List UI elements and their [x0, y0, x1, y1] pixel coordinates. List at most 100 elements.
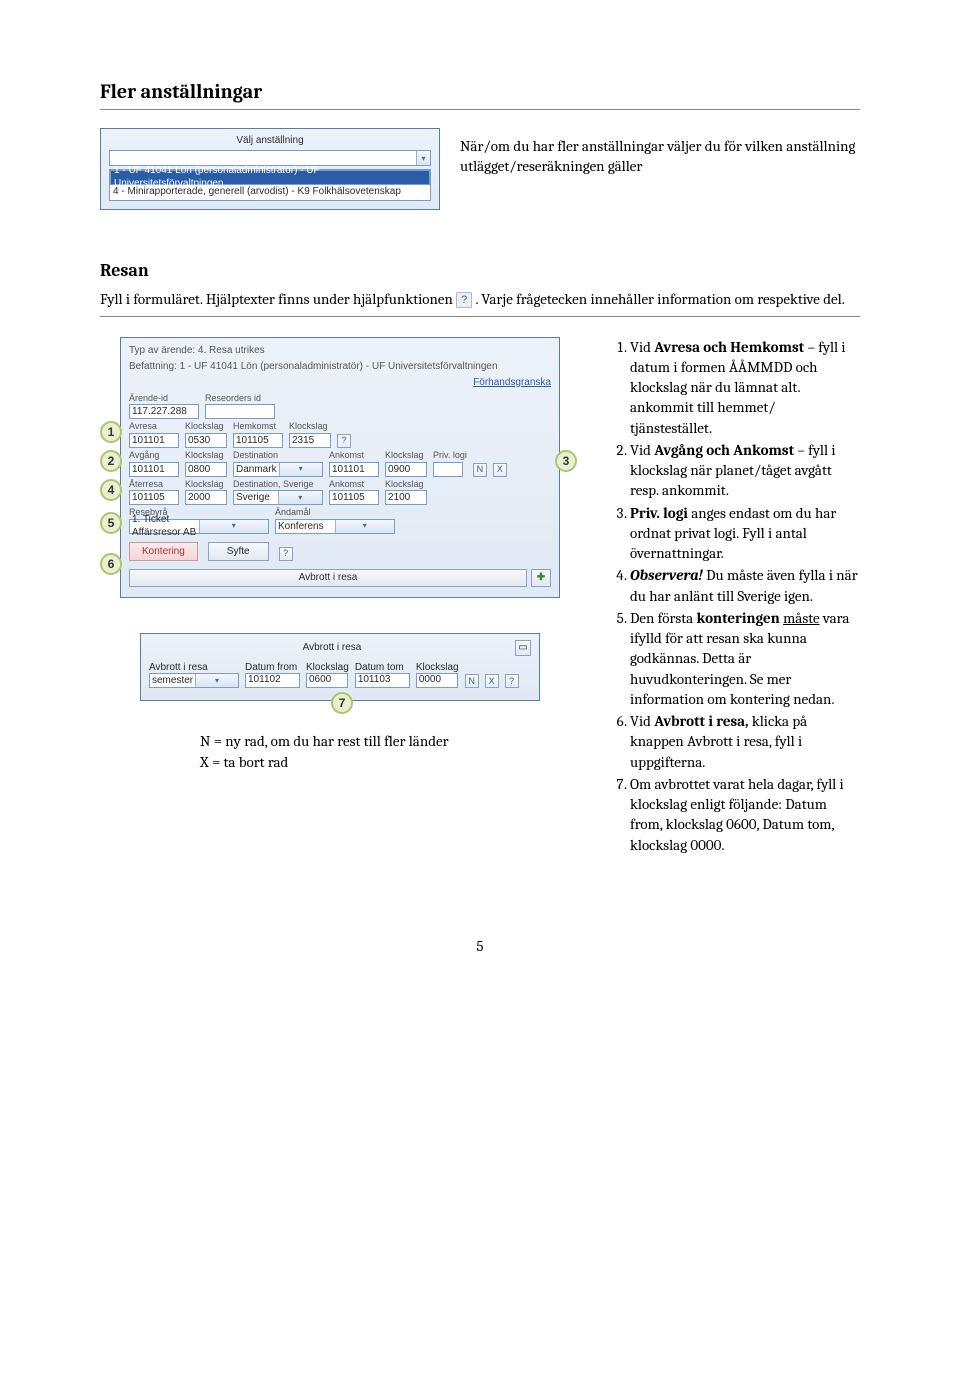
- ankomst-label: Ankomst: [329, 450, 379, 462]
- instruction-item: Om avbrottet varat hela dagar, fyll i kl…: [630, 774, 860, 855]
- instruction-item: Priv. logi anges endast om du har ordnat…: [630, 503, 860, 564]
- resan-text-b: . Varje frågetecken innehåller informati…: [475, 290, 844, 308]
- valj-title: Välj anställning: [109, 135, 431, 146]
- avresa-klockslag-input[interactable]: 0530: [185, 433, 227, 448]
- dest-sverige-label: Destination, Sverige: [233, 479, 323, 491]
- col-avbrott: Avbrott i resa: [149, 662, 239, 673]
- avbrott-from-input[interactable]: 101102: [245, 673, 300, 688]
- kontering-button[interactable]: Kontering: [129, 542, 198, 561]
- main-content: 1 2 4 5 6 3 Typ av ärende: 4. Resa utrik…: [100, 337, 860, 857]
- syfte-button[interactable]: Syfte: [208, 542, 269, 561]
- col-klock1: Klockslag: [306, 662, 349, 673]
- intro-row: Välj anställning ▾ 1 - UF 41041 Lön (per…: [100, 128, 860, 210]
- avbrott-tom-input[interactable]: 101103: [355, 673, 410, 688]
- valj-list[interactable]: 1 - UF 41041 Lön (personaladministratör)…: [109, 169, 431, 201]
- legend-x: X = ta bort rad: [200, 752, 580, 773]
- divider: [100, 316, 860, 317]
- callout-3: 3: [555, 450, 577, 472]
- instruction-item: Observera! Du måste även fylla i när du …: [630, 565, 860, 606]
- chevron-down-icon[interactable]: ▾: [199, 520, 269, 533]
- avbrott-klock2-input[interactable]: 0000: [416, 673, 458, 688]
- hemkomst-label: Hemkomst: [233, 421, 283, 433]
- klockslag-label: Klockslag: [185, 421, 227, 433]
- avbrott-klock1-input[interactable]: 0600: [306, 673, 348, 688]
- help-icon[interactable]: ?: [505, 674, 519, 688]
- plus-icon[interactable]: ✚: [531, 569, 551, 587]
- col-from: Datum from: [245, 662, 300, 673]
- callout-5: 5: [100, 512, 122, 534]
- arendeid-label: Ärende-id: [129, 393, 199, 405]
- valj-list-item-selected[interactable]: 1 - UF 41041 Lön (personaladministratör)…: [110, 170, 430, 185]
- instruction-item: Vid Avresa och Hemkomst – fyll i datum i…: [630, 337, 860, 438]
- ater-ankomst-input[interactable]: 101105: [329, 490, 379, 505]
- instruction-item: Vid Avbrott i resa, klicka på knappen Av…: [630, 711, 860, 772]
- intro-text: När/om du har fler anställningar väljer …: [460, 128, 860, 177]
- help-icon[interactable]: ?: [279, 547, 293, 561]
- avbrott-i-resa-button[interactable]: Avbrott i resa: [129, 569, 527, 587]
- avresa-label: Avresa: [129, 421, 179, 433]
- befattning: Befattning: 1 - UF 41041 Lön (personalad…: [129, 360, 551, 373]
- callout-4: 4: [100, 479, 122, 501]
- avresa-input[interactable]: 101101: [129, 433, 179, 448]
- avgang-input[interactable]: 101101: [129, 462, 179, 477]
- help-icon[interactable]: ?: [337, 434, 351, 448]
- heading-fler-anstallningar: Fler anställningar: [100, 80, 860, 103]
- heading-resan: Resan: [100, 260, 860, 281]
- typ-av-arende: Typ av ärende: 4. Resa utrikes: [129, 344, 551, 357]
- andamal-select[interactable]: Konferens▾: [275, 519, 395, 534]
- chevron-down-icon[interactable]: ▾: [279, 463, 322, 476]
- callout-7: 7: [331, 692, 353, 714]
- resan-form: Typ av ärende: 4. Resa utrikes Befattnin…: [120, 337, 560, 598]
- aterresa-label: Återresa: [129, 479, 179, 491]
- ankomst-input[interactable]: 101101: [329, 462, 379, 477]
- legend-n: N = ny rad, om du har rest till fler län…: [200, 731, 580, 752]
- aterresa-klockslag-input[interactable]: 2000: [185, 490, 227, 505]
- valj-select[interactable]: ▾: [109, 150, 431, 166]
- legend: N = ny rad, om du har rest till fler län…: [200, 731, 580, 773]
- klockslag-label-4: Klockslag: [385, 450, 427, 462]
- instruction-item: Den första konteringen måste vara ifylld…: [630, 608, 860, 709]
- callout-2: 2: [100, 450, 122, 472]
- avgang-label: Avgång: [129, 450, 179, 462]
- avbrott-dialog: 7 Avbrott i resa ▭ Avbrott i resa semest…: [140, 633, 540, 701]
- arendeid-value: 117.227.288: [129, 404, 199, 419]
- chevron-down-icon[interactable]: ▾: [278, 491, 323, 504]
- avgang-klockslag-input[interactable]: 0800: [185, 462, 227, 477]
- valj-list-item[interactable]: 4 - Minirapporterade, generell (arvodist…: [110, 185, 430, 200]
- klockslag-label-2: Klockslag: [289, 421, 331, 433]
- forhandsgranska-link[interactable]: Förhandsgranska: [473, 377, 551, 388]
- ater-ankomst-klockslag-input[interactable]: 2100: [385, 490, 427, 505]
- chevron-down-icon[interactable]: ▾: [195, 674, 238, 687]
- chevron-down-icon[interactable]: ▾: [416, 151, 430, 165]
- x-button[interactable]: X: [485, 674, 499, 688]
- valj-anstallning-dialog: Välj anställning ▾ 1 - UF 41041 Lön (per…: [100, 128, 440, 210]
- collapse-icon[interactable]: ▭: [515, 640, 531, 656]
- col-tom: Datum tom: [355, 662, 410, 673]
- help-icon[interactable]: ?: [456, 292, 472, 308]
- col-klock2: Klockslag: [416, 662, 459, 673]
- privlogi-label: Priv. logi: [433, 450, 467, 462]
- n-button[interactable]: N: [465, 674, 479, 688]
- chevron-down-icon[interactable]: ▾: [335, 520, 395, 533]
- hemkomst-input[interactable]: 101105: [233, 433, 283, 448]
- resebyra-select[interactable]: 1. Ticket Affärsresor AB▾: [129, 519, 269, 534]
- left-column: 1 2 4 5 6 3 Typ av ärende: 4. Resa utrik…: [100, 337, 580, 773]
- avbrott-type-select[interactable]: semester▾: [149, 673, 239, 688]
- callout-6: 6: [100, 553, 122, 575]
- destination-select[interactable]: Danmark▾: [233, 462, 323, 477]
- ankomst-klockslag-input[interactable]: 0900: [385, 462, 427, 477]
- resan-paragraph: Fyll i formuläret. Hjälptexter finns und…: [100, 289, 860, 310]
- callout-1: 1: [100, 421, 122, 443]
- klockslag-label-5: Klockslag: [185, 479, 227, 491]
- x-button[interactable]: X: [493, 463, 507, 477]
- n-button[interactable]: N: [473, 463, 487, 477]
- dest-sverige-select[interactable]: Sverige▾: [233, 490, 323, 505]
- hemkomst-klockslag-input[interactable]: 2315: [289, 433, 331, 448]
- reseorders-input[interactable]: [205, 404, 275, 419]
- privlogi-input[interactable]: [433, 462, 463, 477]
- reseorders-label: Reseorders id: [205, 393, 275, 405]
- aterresa-input[interactable]: 101105: [129, 490, 179, 505]
- resan-text-a: Fyll i formuläret. Hjälptexter finns und…: [100, 290, 456, 308]
- avbrott-title: Avbrott i resa: [149, 642, 515, 653]
- page-number: 5: [100, 937, 860, 955]
